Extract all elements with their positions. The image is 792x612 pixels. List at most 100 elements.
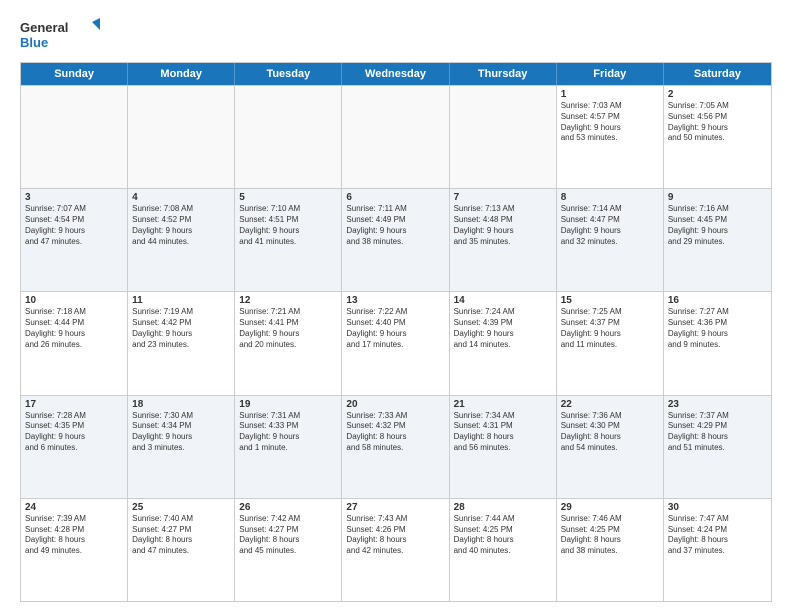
header-cell-tuesday: Tuesday — [235, 63, 342, 85]
day-info-18: Sunrise: 7:30 AMSunset: 4:34 PMDaylight:… — [132, 411, 230, 454]
day-info-30: Sunrise: 7:47 AMSunset: 4:24 PMDaylight:… — [668, 514, 767, 557]
header-cell-saturday: Saturday — [664, 63, 771, 85]
day-cell-17: 17Sunrise: 7:28 AMSunset: 4:35 PMDayligh… — [21, 396, 128, 498]
day-cell-20: 20Sunrise: 7:33 AMSunset: 4:32 PMDayligh… — [342, 396, 449, 498]
day-cell-13: 13Sunrise: 7:22 AMSunset: 4:40 PMDayligh… — [342, 292, 449, 394]
day-number-23: 23 — [668, 399, 767, 410]
day-info-28: Sunrise: 7:44 AMSunset: 4:25 PMDaylight:… — [454, 514, 552, 557]
day-cell-19: 19Sunrise: 7:31 AMSunset: 4:33 PMDayligh… — [235, 396, 342, 498]
day-cell-28: 28Sunrise: 7:44 AMSunset: 4:25 PMDayligh… — [450, 499, 557, 601]
day-cell-4: 4Sunrise: 7:08 AMSunset: 4:52 PMDaylight… — [128, 189, 235, 291]
day-info-12: Sunrise: 7:21 AMSunset: 4:41 PMDaylight:… — [239, 307, 337, 350]
day-info-26: Sunrise: 7:42 AMSunset: 4:27 PMDaylight:… — [239, 514, 337, 557]
day-number-13: 13 — [346, 295, 444, 306]
header-cell-monday: Monday — [128, 63, 235, 85]
day-info-8: Sunrise: 7:14 AMSunset: 4:47 PMDaylight:… — [561, 204, 659, 247]
day-number-9: 9 — [668, 192, 767, 203]
week-row-4: 24Sunrise: 7:39 AMSunset: 4:28 PMDayligh… — [21, 498, 771, 601]
day-number-1: 1 — [561, 89, 659, 100]
day-number-26: 26 — [239, 502, 337, 513]
svg-text:General: General — [20, 20, 68, 35]
day-number-6: 6 — [346, 192, 444, 203]
day-number-27: 27 — [346, 502, 444, 513]
day-cell-10: 10Sunrise: 7:18 AMSunset: 4:44 PMDayligh… — [21, 292, 128, 394]
day-number-18: 18 — [132, 399, 230, 410]
day-info-5: Sunrise: 7:10 AMSunset: 4:51 PMDaylight:… — [239, 204, 337, 247]
day-number-12: 12 — [239, 295, 337, 306]
day-number-29: 29 — [561, 502, 659, 513]
day-info-22: Sunrise: 7:36 AMSunset: 4:30 PMDaylight:… — [561, 411, 659, 454]
day-cell-22: 22Sunrise: 7:36 AMSunset: 4:30 PMDayligh… — [557, 396, 664, 498]
day-info-21: Sunrise: 7:34 AMSunset: 4:31 PMDaylight:… — [454, 411, 552, 454]
header-cell-wednesday: Wednesday — [342, 63, 449, 85]
day-number-11: 11 — [132, 295, 230, 306]
day-number-4: 4 — [132, 192, 230, 203]
empty-cell — [235, 86, 342, 188]
day-number-16: 16 — [668, 295, 767, 306]
day-cell-21: 21Sunrise: 7:34 AMSunset: 4:31 PMDayligh… — [450, 396, 557, 498]
empty-cell — [21, 86, 128, 188]
empty-cell — [128, 86, 235, 188]
day-cell-29: 29Sunrise: 7:46 AMSunset: 4:25 PMDayligh… — [557, 499, 664, 601]
day-number-2: 2 — [668, 89, 767, 100]
day-cell-12: 12Sunrise: 7:21 AMSunset: 4:41 PMDayligh… — [235, 292, 342, 394]
day-info-14: Sunrise: 7:24 AMSunset: 4:39 PMDaylight:… — [454, 307, 552, 350]
svg-text:Blue: Blue — [20, 35, 48, 50]
header: General Blue — [20, 16, 772, 54]
day-number-30: 30 — [668, 502, 767, 513]
calendar: SundayMondayTuesdayWednesdayThursdayFrid… — [20, 62, 772, 602]
day-number-19: 19 — [239, 399, 337, 410]
day-info-10: Sunrise: 7:18 AMSunset: 4:44 PMDaylight:… — [25, 307, 123, 350]
day-cell-14: 14Sunrise: 7:24 AMSunset: 4:39 PMDayligh… — [450, 292, 557, 394]
header-cell-friday: Friday — [557, 63, 664, 85]
day-number-28: 28 — [454, 502, 552, 513]
day-cell-16: 16Sunrise: 7:27 AMSunset: 4:36 PMDayligh… — [664, 292, 771, 394]
calendar-header: SundayMondayTuesdayWednesdayThursdayFrid… — [21, 63, 771, 85]
day-number-22: 22 — [561, 399, 659, 410]
day-number-3: 3 — [25, 192, 123, 203]
page: General Blue SundayMondayTuesdayWednesda… — [0, 0, 792, 612]
day-cell-27: 27Sunrise: 7:43 AMSunset: 4:26 PMDayligh… — [342, 499, 449, 601]
header-cell-thursday: Thursday — [450, 63, 557, 85]
day-number-14: 14 — [454, 295, 552, 306]
week-row-3: 17Sunrise: 7:28 AMSunset: 4:35 PMDayligh… — [21, 395, 771, 498]
day-info-17: Sunrise: 7:28 AMSunset: 4:35 PMDaylight:… — [25, 411, 123, 454]
day-cell-25: 25Sunrise: 7:40 AMSunset: 4:27 PMDayligh… — [128, 499, 235, 601]
day-info-11: Sunrise: 7:19 AMSunset: 4:42 PMDaylight:… — [132, 307, 230, 350]
day-cell-6: 6Sunrise: 7:11 AMSunset: 4:49 PMDaylight… — [342, 189, 449, 291]
day-number-24: 24 — [25, 502, 123, 513]
day-number-8: 8 — [561, 192, 659, 203]
day-info-16: Sunrise: 7:27 AMSunset: 4:36 PMDaylight:… — [668, 307, 767, 350]
logo-svg: General Blue — [20, 16, 100, 54]
day-info-24: Sunrise: 7:39 AMSunset: 4:28 PMDaylight:… — [25, 514, 123, 557]
day-cell-7: 7Sunrise: 7:13 AMSunset: 4:48 PMDaylight… — [450, 189, 557, 291]
day-cell-18: 18Sunrise: 7:30 AMSunset: 4:34 PMDayligh… — [128, 396, 235, 498]
day-number-15: 15 — [561, 295, 659, 306]
day-number-10: 10 — [25, 295, 123, 306]
day-info-6: Sunrise: 7:11 AMSunset: 4:49 PMDaylight:… — [346, 204, 444, 247]
day-info-25: Sunrise: 7:40 AMSunset: 4:27 PMDaylight:… — [132, 514, 230, 557]
day-info-7: Sunrise: 7:13 AMSunset: 4:48 PMDaylight:… — [454, 204, 552, 247]
day-number-25: 25 — [132, 502, 230, 513]
day-info-20: Sunrise: 7:33 AMSunset: 4:32 PMDaylight:… — [346, 411, 444, 454]
day-info-3: Sunrise: 7:07 AMSunset: 4:54 PMDaylight:… — [25, 204, 123, 247]
day-info-1: Sunrise: 7:03 AMSunset: 4:57 PMDaylight:… — [561, 101, 659, 144]
day-number-21: 21 — [454, 399, 552, 410]
day-cell-8: 8Sunrise: 7:14 AMSunset: 4:47 PMDaylight… — [557, 189, 664, 291]
day-cell-2: 2Sunrise: 7:05 AMSunset: 4:56 PMDaylight… — [664, 86, 771, 188]
day-info-15: Sunrise: 7:25 AMSunset: 4:37 PMDaylight:… — [561, 307, 659, 350]
empty-cell — [342, 86, 449, 188]
day-number-17: 17 — [25, 399, 123, 410]
day-cell-3: 3Sunrise: 7:07 AMSunset: 4:54 PMDaylight… — [21, 189, 128, 291]
logo: General Blue — [20, 16, 100, 54]
day-cell-23: 23Sunrise: 7:37 AMSunset: 4:29 PMDayligh… — [664, 396, 771, 498]
day-cell-1: 1Sunrise: 7:03 AMSunset: 4:57 PMDaylight… — [557, 86, 664, 188]
day-info-23: Sunrise: 7:37 AMSunset: 4:29 PMDaylight:… — [668, 411, 767, 454]
calendar-body: 1Sunrise: 7:03 AMSunset: 4:57 PMDaylight… — [21, 85, 771, 601]
day-number-5: 5 — [239, 192, 337, 203]
day-info-13: Sunrise: 7:22 AMSunset: 4:40 PMDaylight:… — [346, 307, 444, 350]
day-number-20: 20 — [346, 399, 444, 410]
day-info-19: Sunrise: 7:31 AMSunset: 4:33 PMDaylight:… — [239, 411, 337, 454]
week-row-0: 1Sunrise: 7:03 AMSunset: 4:57 PMDaylight… — [21, 85, 771, 188]
header-cell-sunday: Sunday — [21, 63, 128, 85]
